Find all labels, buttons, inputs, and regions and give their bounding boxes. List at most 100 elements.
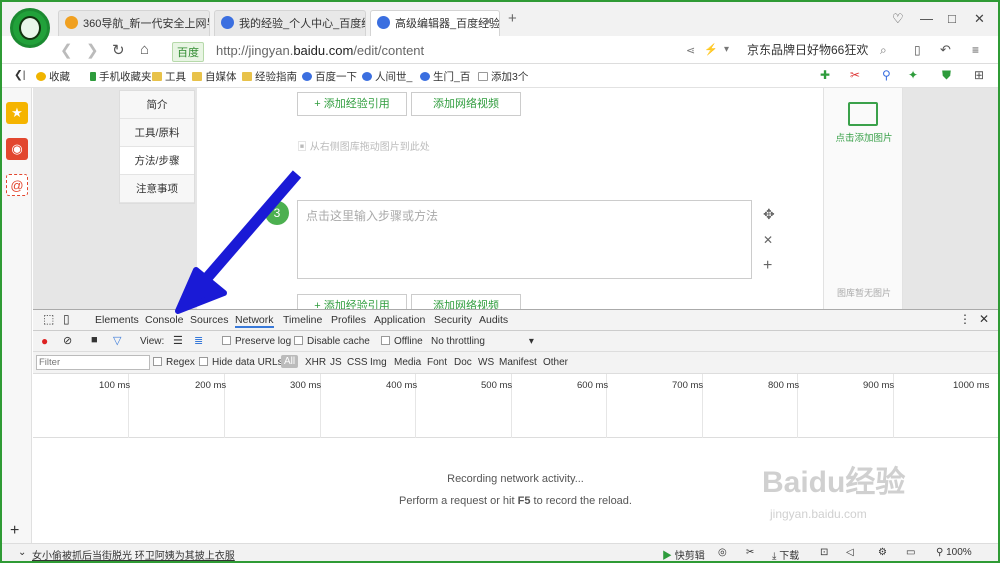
nav-item-intro[interactable]: 简介: [120, 91, 194, 119]
cut-icon[interactable]: ✂: [850, 68, 860, 82]
add-video-button-2[interactable]: 添加网络视频: [411, 294, 521, 309]
move-icon[interactable]: ✥: [763, 206, 775, 223]
tab-profiles[interactable]: Profiles: [331, 314, 366, 326]
extension-icon[interactable]: ✚: [820, 68, 830, 82]
more-icon[interactable]: ⋮: [959, 312, 971, 326]
throttling-select[interactable]: No throttling ▾: [431, 336, 534, 347]
nav-item-steps[interactable]: 方法/步骤: [120, 147, 194, 175]
bookmark-item[interactable]: 自媒体: [192, 69, 237, 84]
type-other[interactable]: Other: [543, 357, 568, 368]
url-box[interactable]: 百度 http://jingyan.baidu.com/edit/content: [170, 40, 740, 62]
type-css[interactable]: CSS: [347, 357, 368, 368]
tab-application[interactable]: Application: [374, 314, 425, 326]
tab-360-nav[interactable]: 360导航_新一代安全上网导: [58, 10, 210, 36]
close-window-icon[interactable]: ✕: [974, 11, 985, 27]
mail-icon[interactable]: @: [6, 174, 28, 196]
plugin-icon[interactable]: ⊡: [820, 547, 828, 558]
tab-timeline[interactable]: Timeline: [283, 314, 322, 326]
add-image-icon[interactable]: [848, 102, 878, 126]
bookmark-item[interactable]: 百度一下: [302, 69, 357, 84]
clear-icon[interactable]: ⊘: [63, 334, 72, 347]
type-font[interactable]: Font: [427, 357, 447, 368]
share-icon[interactable]: ⋖: [686, 44, 695, 57]
nav-item-tools[interactable]: 工具/原料: [120, 119, 194, 147]
maximize-icon[interactable]: □: [948, 11, 956, 26]
tab-elements[interactable]: Elements: [95, 314, 139, 326]
type-doc[interactable]: Doc: [454, 357, 472, 368]
phone-icon[interactable]: ▯: [914, 43, 921, 57]
favorites-star-icon[interactable]: ★: [6, 102, 28, 124]
type-img[interactable]: Img: [370, 357, 387, 368]
disable-cache-checkbox[interactable]: Disable cache: [294, 336, 370, 347]
delete-step-icon[interactable]: ✕: [763, 233, 773, 247]
minimize-icon[interactable]: —: [920, 11, 933, 26]
game-icon[interactable]: ✦: [908, 68, 918, 82]
tab-network[interactable]: Network: [235, 314, 274, 328]
search-icon[interactable]: ⌕: [880, 43, 887, 58]
type-media[interactable]: Media: [394, 357, 421, 368]
type-xhr[interactable]: XHR: [305, 357, 326, 368]
back-icon[interactable]: ❮: [60, 41, 73, 59]
refresh-icon[interactable]: ↻: [112, 41, 125, 59]
settings-icon[interactable]: ⚙: [878, 547, 887, 558]
new-tab-icon[interactable]: +: [508, 10, 517, 27]
download-button[interactable]: ⤓ 下载: [772, 547, 799, 561]
speed-status-icon[interactable]: ◎: [718, 547, 727, 558]
camera-icon[interactable]: ■: [91, 334, 98, 346]
add-image-label[interactable]: 点击添加图片: [824, 130, 904, 144]
close-devtools-icon[interactable]: ✕: [979, 312, 989, 326]
speed-icon[interactable]: ⚡: [704, 43, 718, 56]
record-icon[interactable]: ●: [41, 334, 48, 348]
bookmark-item[interactable]: 生门_百: [420, 69, 470, 84]
type-js[interactable]: JS: [330, 357, 342, 368]
add-citation-button-2[interactable]: + 添加经验引用: [297, 294, 407, 309]
search-suggestion[interactable]: 京东品牌日好物66狂欢: [747, 41, 868, 58]
forward-icon[interactable]: ❯: [86, 41, 99, 59]
tab-audits[interactable]: Audits: [479, 314, 508, 326]
bookmark-item[interactable]: 添加3个: [478, 69, 528, 84]
window-icon[interactable]: ▭: [906, 547, 915, 558]
browser-logo[interactable]: [10, 8, 50, 48]
sound-icon[interactable]: ◁: [846, 547, 854, 558]
offline-checkbox[interactable]: Offline: [381, 336, 423, 347]
add-video-button[interactable]: 添加网络视频: [411, 92, 521, 116]
type-all[interactable]: All: [281, 355, 299, 368]
nav-item-notes[interactable]: 注意事项: [120, 175, 194, 203]
sidebar-toggle-icon[interactable]: ❮|: [14, 69, 26, 81]
bookmark-item[interactable]: 收藏: [36, 69, 70, 84]
tab-security[interactable]: Security: [434, 314, 472, 326]
preserve-log-checkbox[interactable]: Preserve log: [222, 336, 291, 347]
add-citation-button[interactable]: + 添加经验引用: [297, 92, 407, 116]
step-input[interactable]: 点击这里输入步骤或方法: [297, 200, 752, 279]
news-ticker[interactable]: 女小偷被抓后当街脱光 环卫阿姨为其披上衣服: [32, 547, 235, 561]
shield-icon[interactable]: ⛊: [942, 68, 951, 83]
weibo-icon[interactable]: ◉: [6, 138, 28, 160]
add-step-icon[interactable]: +: [763, 257, 772, 275]
list-view-icon[interactable]: ☰: [173, 334, 183, 347]
dropdown-icon[interactable]: ▾: [724, 44, 729, 55]
url-text[interactable]: http://jingyan.baidu.com/edit/content: [216, 43, 424, 58]
add-sidebar-icon[interactable]: +: [10, 522, 19, 540]
inspect-icon[interactable]: ⬚: [43, 312, 54, 326]
bookmark-item[interactable]: 经验指南: [242, 69, 297, 84]
bookmark-item[interactable]: 人间世_: [362, 69, 412, 84]
zoom-level[interactable]: ⚲ 100%: [936, 547, 972, 558]
tab-advanced-editor[interactable]: 高级编辑器_百度经验 ✕: [370, 10, 500, 36]
filter-icon[interactable]: ▽: [113, 334, 121, 347]
hide-data-urls-checkbox[interactable]: Hide data URLs: [199, 357, 283, 368]
skin-icon[interactable]: ♡: [892, 11, 904, 27]
tab-my-experience[interactable]: 我的经验_个人中心_百度经: [214, 10, 366, 36]
bookmark-item[interactable]: 手机收藏夹: [90, 69, 152, 84]
tab-console[interactable]: Console: [145, 314, 184, 326]
bookmark-item[interactable]: 工具: [152, 69, 186, 84]
undo-icon[interactable]: ↶: [940, 42, 951, 58]
menu-icon[interactable]: ≡: [972, 43, 979, 57]
type-ws[interactable]: WS: [478, 357, 494, 368]
home-icon[interactable]: ⌂: [140, 41, 149, 58]
quick-cut-button[interactable]: ▶ 快剪辑: [662, 547, 705, 561]
magnifier-icon[interactable]: ⚲: [882, 68, 891, 82]
tab-sources[interactable]: Sources: [190, 314, 229, 326]
expand-icon[interactable]: ⌄: [18, 547, 26, 558]
type-manifest[interactable]: Manifest: [499, 357, 537, 368]
device-icon[interactable]: ▯: [63, 312, 70, 326]
